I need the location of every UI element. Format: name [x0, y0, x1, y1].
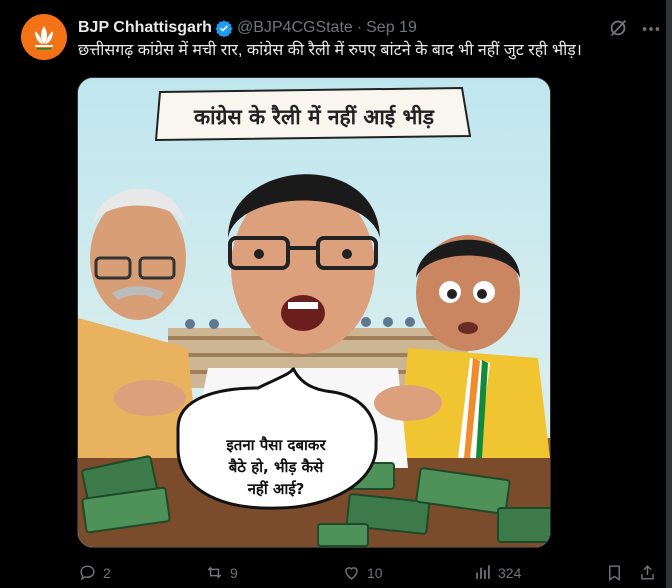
action-bar: 2 9 10 324 — [0, 563, 672, 587]
like-count: 10 — [367, 564, 383, 581]
like-button[interactable]: 10 — [342, 563, 383, 582]
banner-text: कांग्रेस के रैली में नहीं आई भीड़ — [193, 104, 435, 129]
like-icon — [345, 567, 358, 580]
views-button[interactable]: 324 — [473, 563, 521, 582]
account-handle[interactable]: @BJP4CGState — [237, 19, 353, 37]
tweet-text: छत्तीसगढ़ कांग्रेस में मची रार, कांग्रेस… — [78, 42, 582, 59]
share-button[interactable] — [638, 563, 657, 582]
reply-icon — [80, 565, 95, 581]
repost-icon — [207, 566, 222, 579]
tweet-header: BJP Chhattisgarh @BJP4CGState · Sep 19 — [78, 17, 417, 39]
verified-badge-icon — [215, 19, 233, 37]
bookmark-button[interactable] — [605, 563, 624, 582]
views-icon — [476, 565, 490, 579]
timeline-border — [666, 0, 672, 588]
repost-button[interactable]: 9 — [205, 563, 238, 582]
more-icon[interactable] — [640, 18, 662, 40]
separator-dot: · — [356, 19, 363, 36]
speech-line-1: इतना पैसा दबाकर — [225, 436, 326, 454]
tweet-date[interactable]: Sep 19 — [366, 19, 417, 37]
repost-count: 9 — [230, 564, 238, 581]
share-icon — [641, 565, 654, 580]
reply-count: 2 — [103, 564, 111, 581]
avatar[interactable] — [21, 14, 67, 60]
reply-button[interactable]: 2 — [78, 563, 111, 582]
speech-line-2: बैठे हो, भीड़ कैसे — [228, 458, 324, 476]
cartoon-illustration: कांग्रेस के रैली में नहीं आई भीड़ इतना प… — [78, 78, 550, 547]
views-count: 324 — [498, 564, 522, 581]
grok-icon[interactable] — [607, 17, 629, 39]
account-name[interactable]: BJP Chhattisgarh — [78, 19, 212, 37]
bjp-lotus-logo — [27, 20, 61, 54]
speech-line-3: नहीं आई? — [247, 480, 305, 498]
tweet-image[interactable]: कांग्रेस के रैली में नहीं आई भीड़ इतना प… — [77, 77, 551, 548]
bookmark-icon — [609, 565, 620, 581]
